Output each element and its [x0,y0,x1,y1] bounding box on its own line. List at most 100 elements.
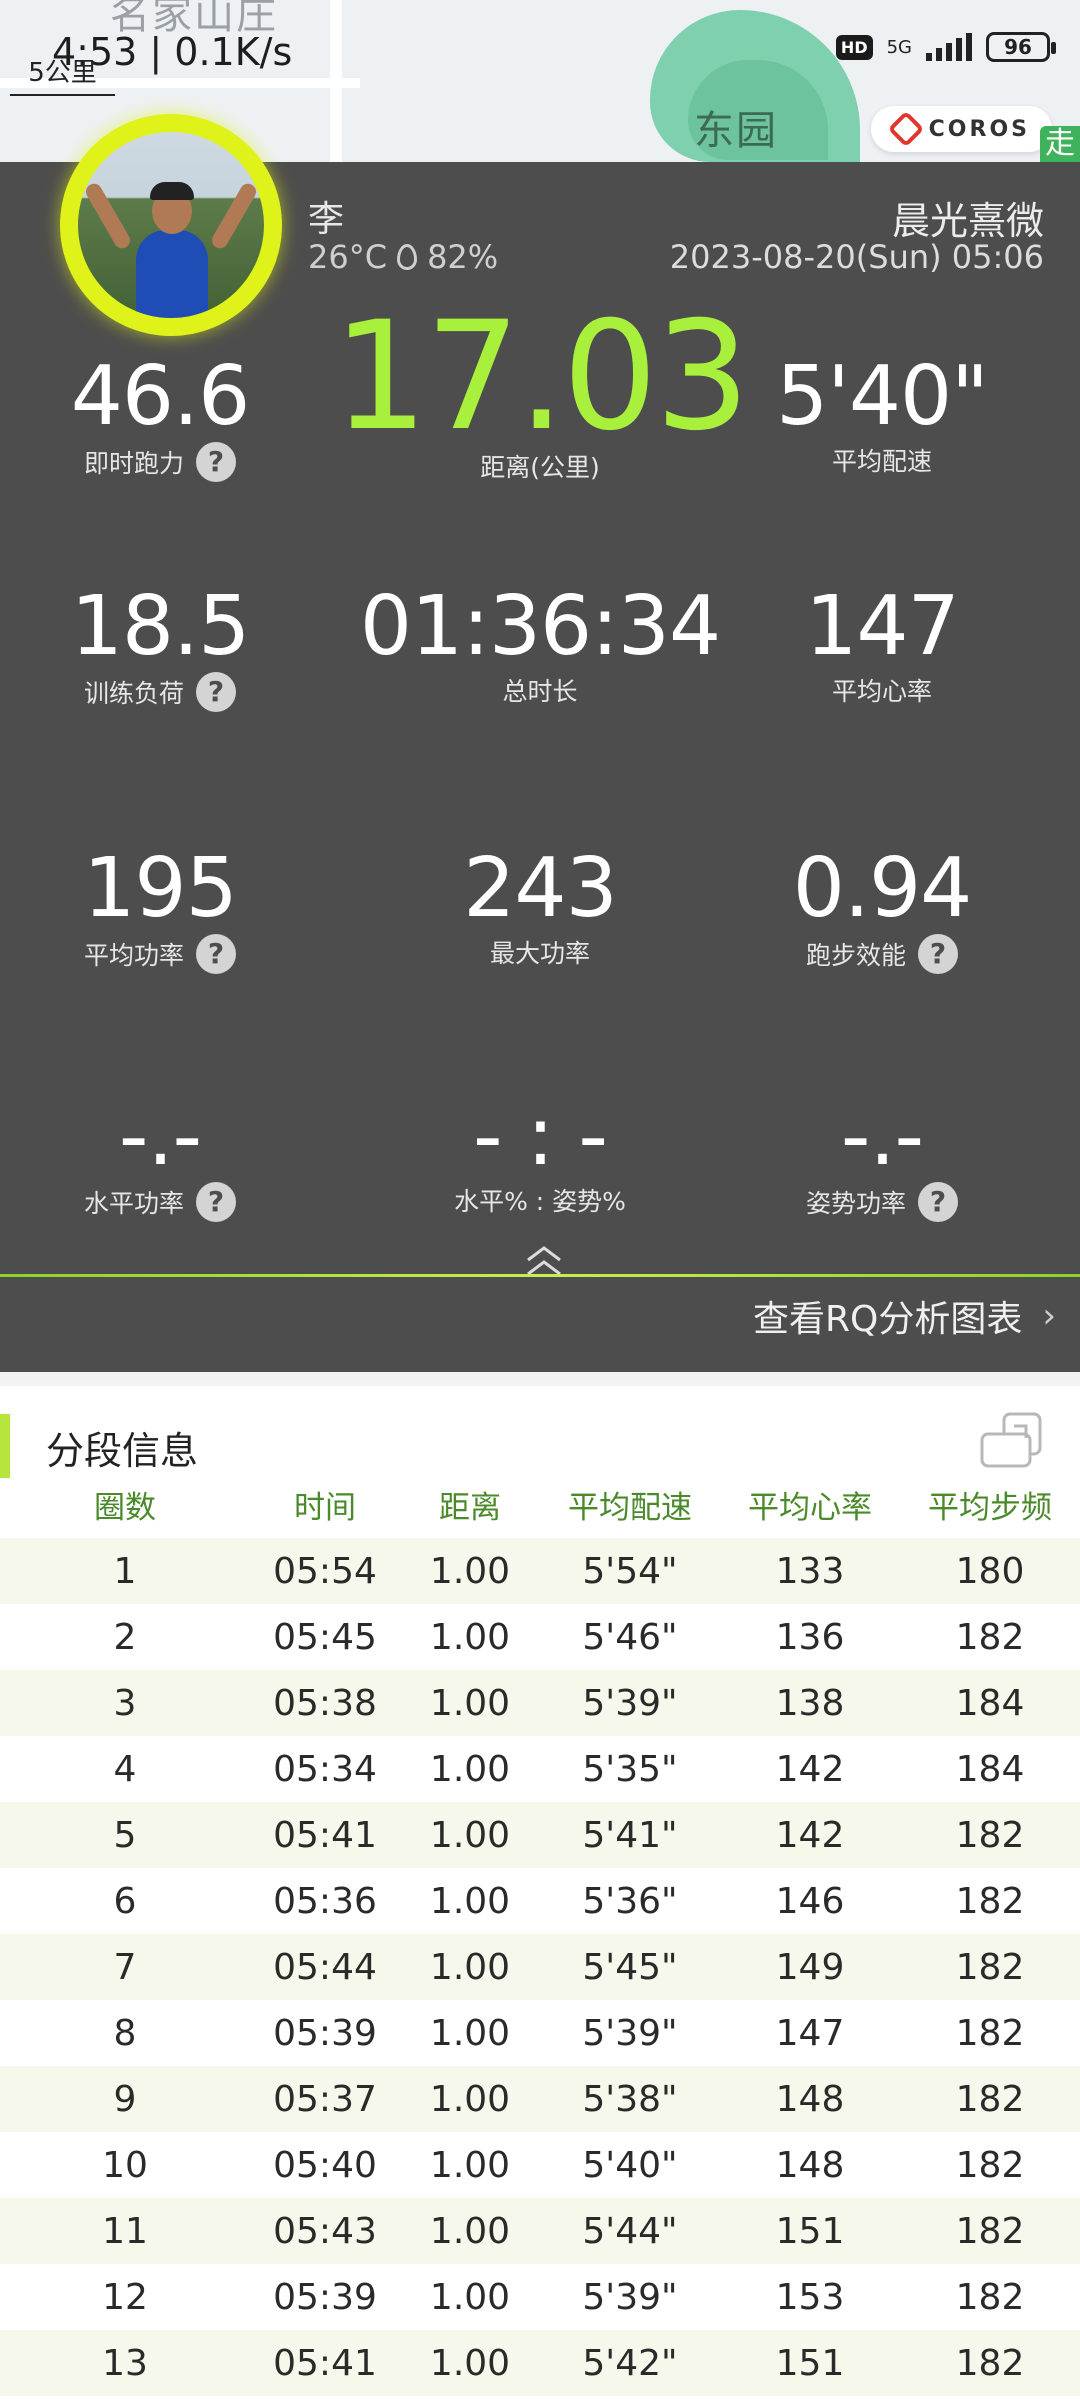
section-accent-bar [0,1414,10,1478]
column-header: 平均步频 [928,1490,1052,1526]
table-row[interactable]: 3 05:38 1.00 5'39" 138 184 [0,1670,1080,1736]
splits-header: 分段信息 [0,1410,1080,1478]
table-cell: 05:45 [273,1616,377,1658]
table-row[interactable]: 7 05:44 1.00 5'45" 149 182 [0,1934,1080,2000]
rq-chart-link-label: 查看RQ分析图表 [753,1299,1023,1340]
help-icon[interactable]: ? [196,1182,236,1222]
table-cell: 5'54" [582,1550,678,1592]
table-cell: 5'41" [582,1814,678,1856]
stat-value: 5'40" [776,349,989,444]
table-cell: 05:34 [273,1748,377,1790]
table-row[interactable]: 9 05:37 1.00 5'38" 148 182 [0,2066,1080,2132]
stat-label: 训练负荷 [83,679,184,708]
humidity: 82% [427,238,499,276]
table-cell: 7 [113,1946,137,1988]
table-cell: 151 [775,2210,845,2252]
table-cell: 182 [955,2276,1025,2318]
table-row[interactable]: 11 05:43 1.00 5'44" 151 182 [0,2198,1080,2264]
table-cell: 182 [955,1814,1025,1856]
table-cell: 153 [775,2276,845,2318]
table-cell: 10 [102,2144,148,2186]
stat-value: -.- [840,1089,924,1184]
stat-avg-hr: 147 平均心率 [742,582,1022,708]
table-cell: 05:39 [273,2012,377,2054]
table-cell: 05:39 [273,2276,377,2318]
coros-brand-text: COROS [928,116,1030,142]
table-cell: 182 [955,1880,1025,1922]
stat-label: 平均功率 [83,941,184,970]
table-cell: 182 [955,2012,1025,2054]
panel-divider [0,1274,1080,1277]
splits-table-header: 圈数 时间 距离 平均配速 平均心率 平均步频 [0,1480,1080,1536]
table-cell: 1.00 [429,1946,511,1988]
stat-horizontal-form-ratio: - : - 水平% : 姿势% [330,1092,750,1218]
splits-section: 分段信息 圈数 时间 距离 平均配速 平均心率 平均步频 1 05:54 1.00 5'54" 1… [0,1372,1080,2400]
table-cell: 2 [113,1616,137,1658]
stat-avg-power: 195 平均功率? [20,844,300,974]
share-card-icon[interactable] [978,1410,1044,1470]
table-row[interactable]: 1 05:54 1.00 5'54" 133 180 [0,1538,1080,1604]
table-cell: 1.00 [429,2144,511,2186]
avatar[interactable] [78,132,264,318]
signal-icon [926,33,972,61]
column-header: 时间 [294,1490,356,1526]
stat-value: 0.94 [792,841,973,936]
run-summary-panel: 李 26°C 82% 晨光熹微 2023-08-20(Sun) 05:06 46… [0,114,1080,1372]
table-row[interactable]: 13 05:41 1.00 5'42" 151 182 [0,2330,1080,2396]
table-cell: 05:43 [273,2210,377,2252]
table-cell: 1.00 [429,1616,511,1658]
table-cell: 1.00 [429,2342,511,2384]
table-row[interactable]: 12 05:39 1.00 5'39" 153 182 [0,2264,1080,2330]
table-cell: 133 [775,1550,845,1592]
expand-up-icon[interactable] [524,1244,564,1278]
stat-horizontal-power: -.- 水平功率? [20,1092,300,1222]
stat-label: 水平功率 [83,1189,184,1218]
table-cell: 8 [113,2012,137,2054]
table-row[interactable]: 8 05:39 1.00 5'39" 147 182 [0,2000,1080,2066]
help-icon[interactable]: ? [196,672,236,712]
table-row[interactable]: 2 05:45 1.00 5'46" 136 182 [0,1604,1080,1670]
table-cell: 182 [955,1616,1025,1658]
table-cell: 5 [113,1814,137,1856]
table-cell: 05:40 [273,2144,377,2186]
table-cell: 5'46" [582,1616,678,1658]
table-cell: 6 [113,1880,137,1922]
help-icon[interactable]: ? [196,442,236,482]
stat-value: 147 [805,579,960,674]
help-icon[interactable]: ? [918,934,958,974]
table-cell: 180 [955,1550,1025,1592]
weather-info: 26°C 82% [308,238,498,276]
run-title: 晨光熹微 [891,199,1044,243]
stat-label: 总时长 [502,677,578,706]
stat-running-power: 46.6 即时跑力? [20,352,300,482]
stat-label: 最大功率 [489,939,590,968]
walk-marker-icon: 走 [1040,126,1080,162]
table-row[interactable]: 6 05:36 1.00 5'36" 146 182 [0,1868,1080,1934]
table-row[interactable]: 4 05:34 1.00 5'35" 142 184 [0,1736,1080,1802]
map-place-label: 东园 [694,108,778,154]
stat-running-efficiency: 0.94 跑步效能? [742,844,1022,974]
user-name: 李 [308,199,345,240]
table-cell: 142 [775,1814,845,1856]
rq-chart-link[interactable]: 查看RQ分析图表 › [753,1290,1056,1342]
stat-label: 平均心率 [831,677,932,706]
table-cell: 184 [955,1748,1025,1790]
table-cell: 1.00 [429,2276,511,2318]
stat-label: 姿势功率 [805,1189,906,1218]
map-road [330,0,342,162]
table-cell: 5'40" [582,2144,678,2186]
table-cell: 5'39" [582,1682,678,1724]
table-cell: 1.00 [429,2012,511,2054]
table-cell: 1.00 [429,1880,511,1922]
table-row[interactable]: 10 05:40 1.00 5'40" 148 182 [0,2132,1080,2198]
table-row[interactable]: 5 05:41 1.00 5'41" 142 182 [0,1802,1080,1868]
hd-icon: HD [835,34,873,60]
table-cell: 9 [113,2078,137,2120]
help-icon[interactable]: ? [918,1182,958,1222]
table-cell: 1.00 [429,1748,511,1790]
table-cell: 182 [955,2078,1025,2120]
help-icon[interactable]: ? [196,934,236,974]
table-cell: 1.00 [429,2210,511,2252]
table-cell: 138 [775,1682,845,1724]
table-cell: 05:41 [273,2342,377,2384]
